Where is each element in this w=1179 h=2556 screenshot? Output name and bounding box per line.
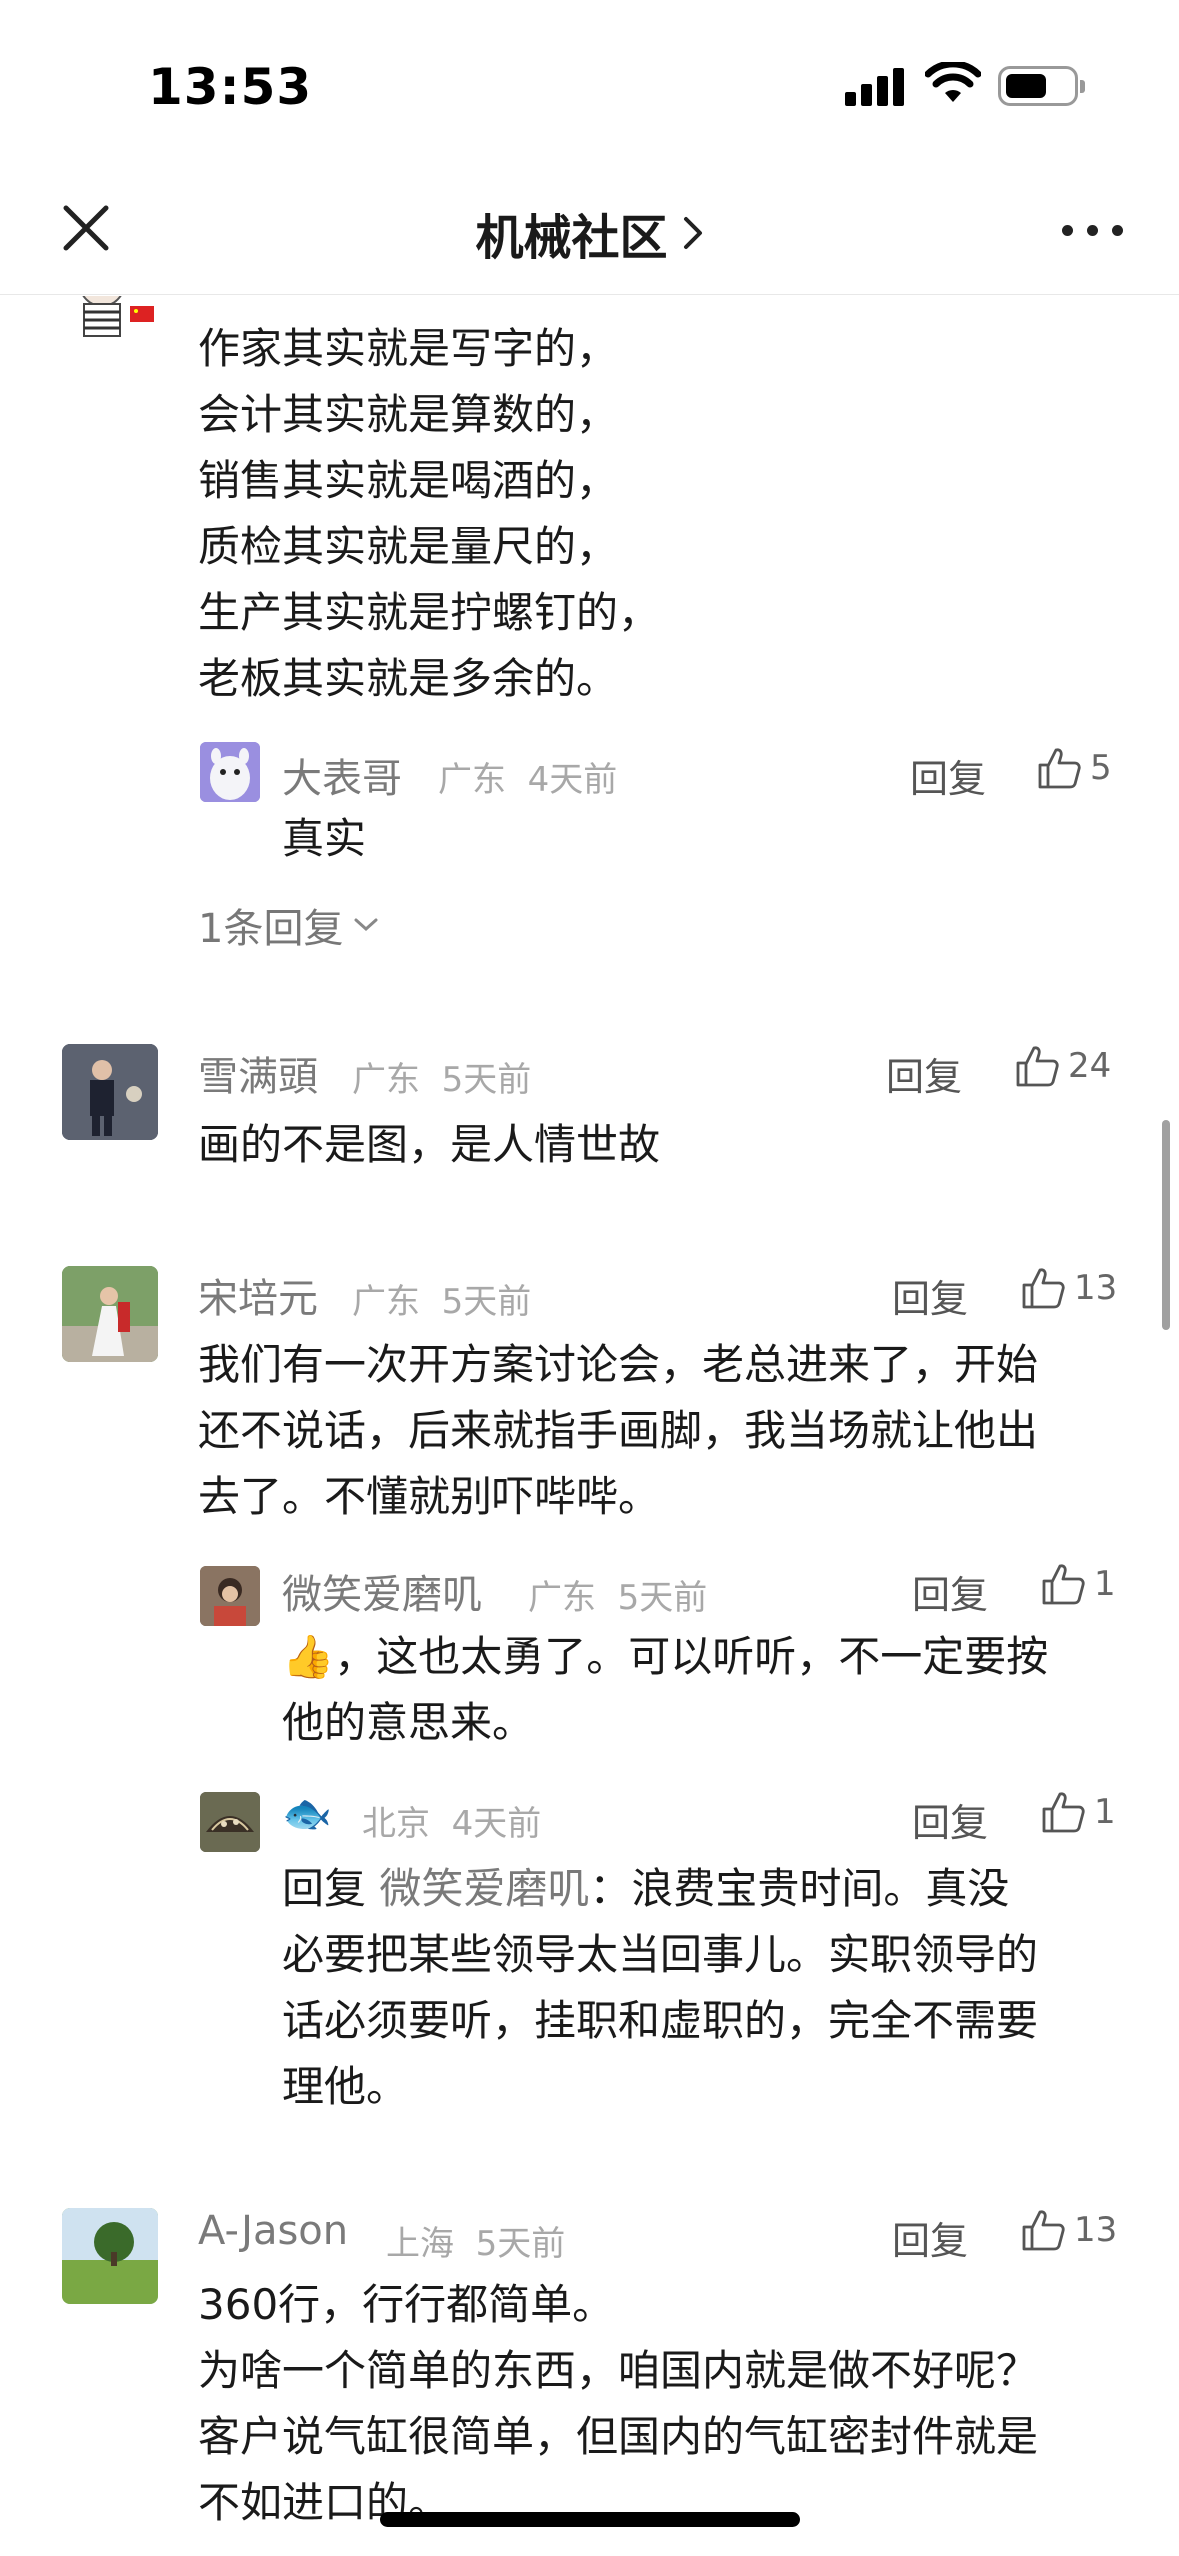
thumbs-up-icon [1042,1792,1085,1833]
comment-text: 360行，行行都简单。 为啥一个简单的东西，咱国内就是做不好呢？ 客户说气缸很简… [198,2280,1039,2527]
reply-meta: 广东 5天前 [528,1570,707,1619]
thumbs-up-icon [1022,2210,1065,2251]
reply-text: 回复 微笑爱磨叽：浪费宝贵时间。真没 必要把某些领导太当回事儿。实职领导的 话必… [282,1864,1039,2111]
reply-author[interactable]: 🐟 [282,1790,332,1837]
reply-text: 真实 [282,814,367,863]
like-button[interactable]: 13 [1020,2206,1117,2254]
reply-first-line: ：浪费宝贵时间。真没 [589,1864,1010,1913]
reply-location: 广东 [528,1578,596,1618]
battery-icon [998,66,1085,106]
expand-replies-button[interactable]: 1条回复 [198,896,379,954]
reply-prefix: 回复 [282,1864,380,1913]
reply-button[interactable]: 回复 [892,1268,968,1323]
comment-text: 画的不是图，是人情世故 [198,1120,661,1169]
comment-author[interactable]: 雪满頭 [198,1044,318,1102]
nav-title-container: 机械社区 [0,198,1179,268]
like-count: 1 [1094,1564,1116,1604]
reply-text: 👍，这也太勇了。可以听听，不一定要按 他的意思来。 [282,1632,1049,1747]
avatar[interactable] [62,1266,158,1362]
more-options-icon[interactable] [1062,220,1124,240]
reply-button[interactable]: 回复 [912,1564,988,1619]
avatar[interactable] [200,1792,260,1852]
more-replies-label: 1条回复 [198,906,344,952]
scrollbar[interactable] [1162,1120,1170,1330]
reply-author[interactable]: 大表哥 [282,746,402,804]
comment-time: 5天前 [475,2224,566,2264]
like-button[interactable]: 13 [1020,1264,1117,1312]
reply-button[interactable]: 回复 [912,1792,988,1847]
like-count: 13 [1074,1268,1118,1308]
chevron-right-icon [683,217,702,249]
thumbs-up-icon [1042,1564,1085,1605]
community-title-link[interactable]: 机械社区 [475,198,703,268]
reply-time: 4天前 [527,760,618,800]
comment-time: 5天前 [441,1282,532,1322]
comment-text: 作家其实就是写字的， 会计其实就是算数的， 销售其实就是喝酒的， 质检其实就是量… [198,324,661,703]
cellular-signal-icon [845,66,907,106]
like-button[interactable]: 1 [1040,1560,1116,1608]
reply-button[interactable]: 回复 [892,2210,968,2265]
nav-bar: 机械社区 [0,170,1179,295]
reply-meta: 北京 4天前 [362,1796,541,1845]
comment-location: 广东 [352,1282,420,1322]
avatar[interactable] [200,1566,260,1626]
comment-author[interactable]: 宋培元 [198,1266,318,1324]
reply-meta: 广东 4天前 [438,752,617,801]
thumbs-up-icon [1016,1046,1059,1087]
comment-meta: 上海 5天前 [386,2216,565,2265]
reply-location: 广东 [438,760,506,800]
like-button[interactable]: 5 [1036,744,1112,792]
reply-author[interactable]: 微笑爱磨叽 [282,1562,482,1620]
comment-location: 广东 [352,1060,420,1100]
wifi-icon [925,62,981,102]
thumbs-up-icon [1022,1268,1065,1309]
comment-author[interactable]: A-Jason [198,2208,348,2254]
comment-list[interactable]: 作家其实就是写字的， 会计其实就是算数的， 销售其实就是喝酒的， 质检其实就是量… [0,296,1179,2556]
status-time: 13:53 [148,58,313,116]
avatar[interactable] [62,2208,158,2304]
reply-button[interactable]: 回复 [910,748,986,803]
avatar[interactable] [62,1044,158,1140]
like-count: 13 [1074,2210,1118,2250]
comment-meta: 广东 5天前 [352,1274,531,1323]
reply-location: 北京 [362,1804,430,1844]
reply-time: 5天前 [617,1578,708,1618]
comment-text: 我们有一次开方案讨论会，老总进来了，开始 还不说话，后来就指手画脚，我当场就让他… [198,1340,1039,1521]
status-bar: 13:53 [0,0,1179,170]
like-count: 5 [1090,748,1112,788]
home-indicator[interactable] [380,2512,800,2527]
comment-location: 上海 [386,2224,454,2264]
page-title: 机械社区 [475,210,668,266]
comment-time: 5天前 [441,1060,532,1100]
like-count: 1 [1094,1792,1116,1832]
reply-time: 4天前 [451,1804,542,1844]
mention-link[interactable]: 微笑爱磨叽 [379,1864,589,1913]
chevron-down-icon [354,918,378,932]
like-button[interactable]: 1 [1040,1788,1116,1836]
avatar[interactable] [62,296,158,342]
reply-button[interactable]: 回复 [886,1046,962,1101]
thumbs-up-icon [1038,748,1081,789]
like-button[interactable]: 24 [1014,1042,1111,1090]
comment-meta: 广东 5天前 [352,1052,531,1101]
avatar[interactable] [200,742,260,802]
like-count: 24 [1068,1046,1112,1086]
